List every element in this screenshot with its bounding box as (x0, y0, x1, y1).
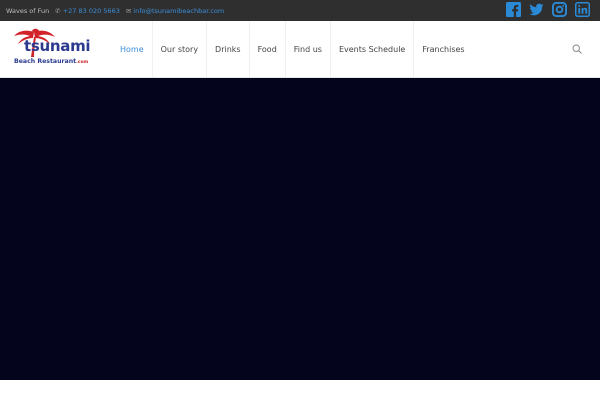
nav-item-franchises[interactable]: Franchises (414, 21, 472, 77)
twitter-icon[interactable] (529, 2, 544, 17)
logo-brand-text: tsunami (24, 37, 91, 55)
phone-icon: ✆ (55, 6, 61, 15)
nav-item-our-story[interactable]: Our story (153, 21, 208, 77)
nav-item-label: Franchises (422, 44, 465, 54)
nav-item-drinks[interactable]: Drinks (207, 21, 250, 77)
email-group: ✉ info@tsunamibeachbar.com (126, 7, 224, 15)
facebook-icon[interactable] (506, 2, 521, 17)
social-links (506, 2, 590, 18)
hero-banner (0, 78, 600, 380)
contact-info: Waves of Fun ✆ +27 83 020 5663 ✉ info@ts… (6, 0, 224, 21)
nav-item-label: Events Schedule (338, 44, 406, 54)
logo-subtitle: Beach Restaurant.com (14, 58, 88, 65)
top-bar: Waves of Fun ✆ +27 83 020 5663 ✉ info@ts… (0, 0, 600, 21)
nav-item-food[interactable]: Food (250, 21, 286, 77)
nav-item-find-us[interactable]: Find us (286, 21, 331, 77)
nav-item-label: Food (257, 44, 277, 54)
nav-item-label: Find us (293, 44, 322, 54)
envelope-icon: ✉ (125, 6, 132, 15)
email-link[interactable]: info@tsunamibeachbar.com (133, 7, 224, 15)
logo-subtitle-text: Beach Restaurant (14, 58, 77, 65)
nav-item-home[interactable]: Home (112, 21, 153, 77)
nav-item-label: Drinks (215, 44, 241, 54)
nav-item-label: Home (120, 44, 144, 54)
nav-item-events-schedule[interactable]: Events Schedule (331, 21, 415, 77)
phone-group: ✆ +27 83 020 5663 (55, 7, 120, 15)
nav-item-label: Our story (160, 44, 199, 54)
linkedin-icon[interactable] (575, 2, 590, 17)
content-strip (0, 380, 600, 400)
instagram-icon[interactable] (552, 2, 567, 17)
logo-domain: .com (76, 60, 89, 65)
search-icon[interactable] (572, 44, 582, 54)
phone-link[interactable]: +27 83 020 5663 (63, 7, 120, 15)
site-logo[interactable]: tsunami Beach Restaurant.com (12, 28, 104, 72)
main-nav: Home Our story Drinks Food Find us Event… (112, 21, 473, 77)
tagline: Waves of Fun (6, 6, 50, 15)
